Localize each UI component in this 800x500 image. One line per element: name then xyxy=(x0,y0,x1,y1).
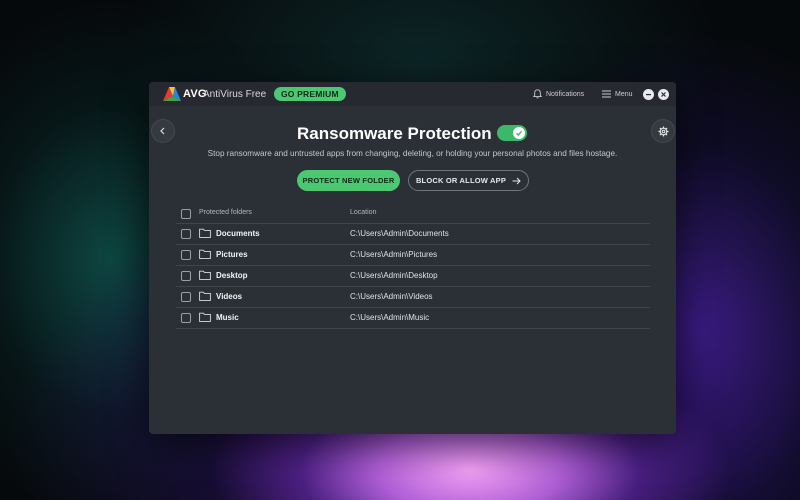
product-name: AntiVirus Free xyxy=(203,89,267,100)
back-arrow-icon xyxy=(160,127,165,135)
table-row[interactable]: Pictures C:\Users\Admin\Pictures xyxy=(176,245,650,266)
folder-name: Documents xyxy=(216,229,260,238)
bell-icon xyxy=(533,89,542,99)
folder-location: C:\Users\Admin\Desktop xyxy=(350,271,438,280)
folder-icon xyxy=(199,291,211,301)
go-premium-button[interactable]: GO PREMIUM xyxy=(274,87,346,101)
column-header-folders: Protected folders xyxy=(199,209,252,216)
folder-location: C:\Users\Admin\Pictures xyxy=(350,250,438,259)
protected-folders-table: Protected folders Location Documents C:\… xyxy=(176,204,650,329)
table-row[interactable]: Documents C:\Users\Admin\Documents xyxy=(176,224,650,245)
folder-name: Videos xyxy=(216,292,243,301)
table-header: Protected folders Location xyxy=(176,204,650,224)
row-checkbox[interactable] xyxy=(181,250,191,260)
hamburger-menu-icon xyxy=(602,90,611,98)
folder-location: C:\Users\Admin\Music xyxy=(350,313,430,322)
avg-logo-icon xyxy=(163,87,181,101)
table-row[interactable]: Videos C:\Users\Admin\Videos xyxy=(176,287,650,308)
gear-icon xyxy=(657,125,669,137)
folder-icon xyxy=(199,249,211,259)
minimize-icon xyxy=(646,94,651,96)
menu-label: Menu xyxy=(615,90,633,98)
close-icon xyxy=(661,92,666,97)
block-or-allow-app-button[interactable]: BLOCK OR ALLOW APP xyxy=(408,170,529,191)
table-row[interactable]: Music C:\Users\Admin\Music xyxy=(176,308,650,329)
row-checkbox[interactable] xyxy=(181,292,191,302)
app-window: AVG AntiVirus Free GO PREMIUM Notificati… xyxy=(149,82,676,434)
folder-location: C:\Users\Admin\Videos xyxy=(350,292,433,301)
row-checkbox[interactable] xyxy=(181,313,191,323)
row-checkbox[interactable] xyxy=(181,229,191,239)
arrow-right-icon xyxy=(512,177,521,184)
notifications-button[interactable]: Notifications xyxy=(533,88,584,100)
close-button[interactable] xyxy=(658,89,669,100)
page-description: Stop ransomware and untrusted apps from … xyxy=(207,149,618,158)
minimize-button[interactable] xyxy=(643,89,654,100)
protection-toggle[interactable] xyxy=(497,125,527,141)
table-row[interactable]: Desktop C:\Users\Admin\Desktop xyxy=(176,266,650,287)
page-title: Ransomware Protection xyxy=(297,124,492,143)
block-or-allow-app-label: BLOCK OR ALLOW APP xyxy=(415,176,507,185)
folder-icon xyxy=(199,270,211,280)
folder-name: Desktop xyxy=(216,271,248,280)
protect-new-folder-button[interactable]: PROTECT NEW FOLDER xyxy=(297,170,400,191)
menu-button[interactable]: Menu xyxy=(602,88,633,100)
folder-name: Music xyxy=(216,313,239,322)
toggle-knob xyxy=(513,127,525,139)
back-button[interactable] xyxy=(151,119,175,143)
check-icon xyxy=(516,130,523,136)
column-header-location: Location xyxy=(350,209,377,216)
folder-name: Pictures xyxy=(216,250,248,259)
title-bar: AVG AntiVirus Free GO PREMIUM Notificati… xyxy=(149,82,676,106)
select-all-checkbox[interactable] xyxy=(181,209,191,219)
folder-icon xyxy=(199,228,211,238)
folder-location: C:\Users\Admin\Documents xyxy=(350,229,449,238)
folder-icon xyxy=(199,312,211,322)
row-checkbox[interactable] xyxy=(181,271,191,281)
notifications-label: Notifications xyxy=(546,90,585,98)
settings-button[interactable] xyxy=(651,119,675,143)
